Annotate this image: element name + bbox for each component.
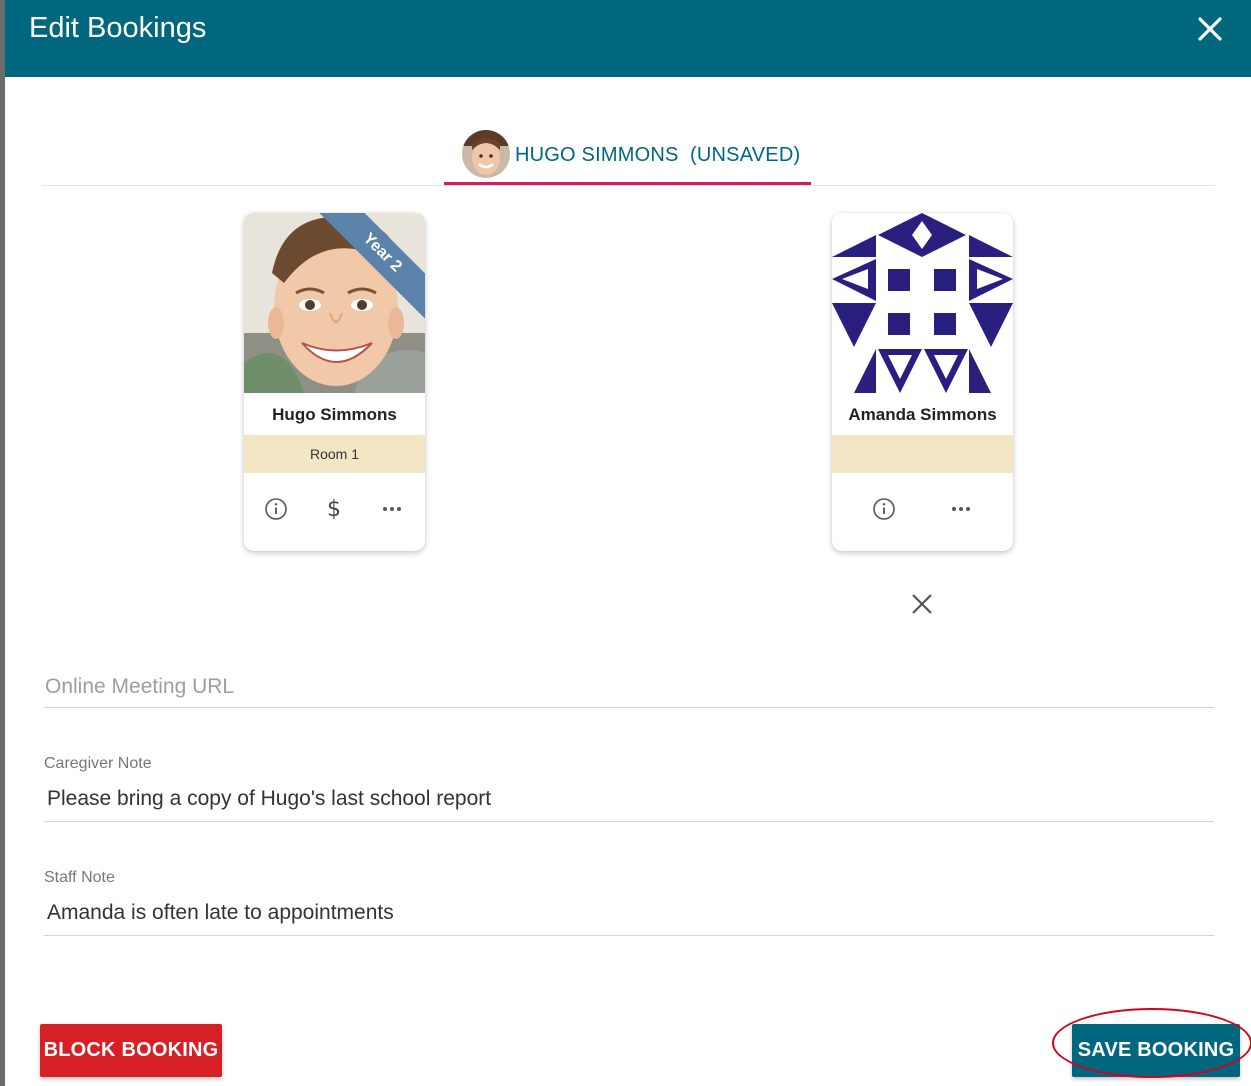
student-photo: Year 2 [244, 213, 425, 393]
card-actions: $ [244, 491, 425, 527]
caregiver-card: Amanda Simmons [832, 213, 1013, 551]
save-booking-button[interactable]: SAVE BOOKING [1072, 1024, 1240, 1077]
room-badge: Room 1 [244, 435, 425, 473]
card-actions [832, 491, 1013, 527]
info-icon[interactable] [870, 495, 898, 523]
caregiver-note-label: Caregiver Note [44, 755, 152, 772]
tab-label: HUGO SIMMONS (UNSAVED) [515, 144, 801, 166]
dollar-icon[interactable]: $ [320, 495, 348, 523]
more-icon[interactable] [947, 495, 975, 523]
info-icon[interactable] [262, 495, 290, 523]
tab-hugo-simmons[interactable]: HUGO SIMMONS (UNSAVED) [444, 128, 811, 185]
room-badge [832, 435, 1013, 473]
caregiver-note-value: Please bring a copy of Hugo's last schoo… [47, 787, 492, 810]
dialog-title: Edit Bookings [29, 12, 207, 44]
staff-note-value: Amanda is often late to appointments [47, 901, 394, 924]
booking-tabs: HUGO SIMMONS (UNSAVED) [42, 110, 1215, 186]
identicon-avatar [832, 213, 1013, 393]
staff-note-label: Staff Note [44, 869, 115, 886]
remove-caregiver-icon[interactable] [908, 590, 936, 618]
more-icon[interactable] [378, 495, 406, 523]
caregiver-note-field[interactable]: Caregiver Note Please bring a copy of Hu… [44, 750, 1214, 822]
url-placeholder: Online Meeting URL [45, 675, 235, 698]
close-icon[interactable] [1195, 14, 1225, 44]
edit-bookings-dialog: Edit Bookings HUGO SIMMONS (UNSAVED) Yea… [5, 0, 1251, 1086]
block-booking-button[interactable]: BLOCK BOOKING [40, 1024, 222, 1077]
avatar [462, 130, 510, 178]
student-name: Hugo Simmons [272, 405, 397, 424]
dialog-header: Edit Bookings [5, 0, 1251, 77]
student-card: Year 2 Hugo Simmons Room 1 $ [244, 213, 425, 551]
caregiver-name: Amanda Simmons [848, 405, 997, 424]
online-meeting-url-input[interactable]: Online Meeting URL [44, 660, 1214, 708]
staff-note-field[interactable]: Staff Note Amanda is often late to appoi… [44, 864, 1214, 936]
